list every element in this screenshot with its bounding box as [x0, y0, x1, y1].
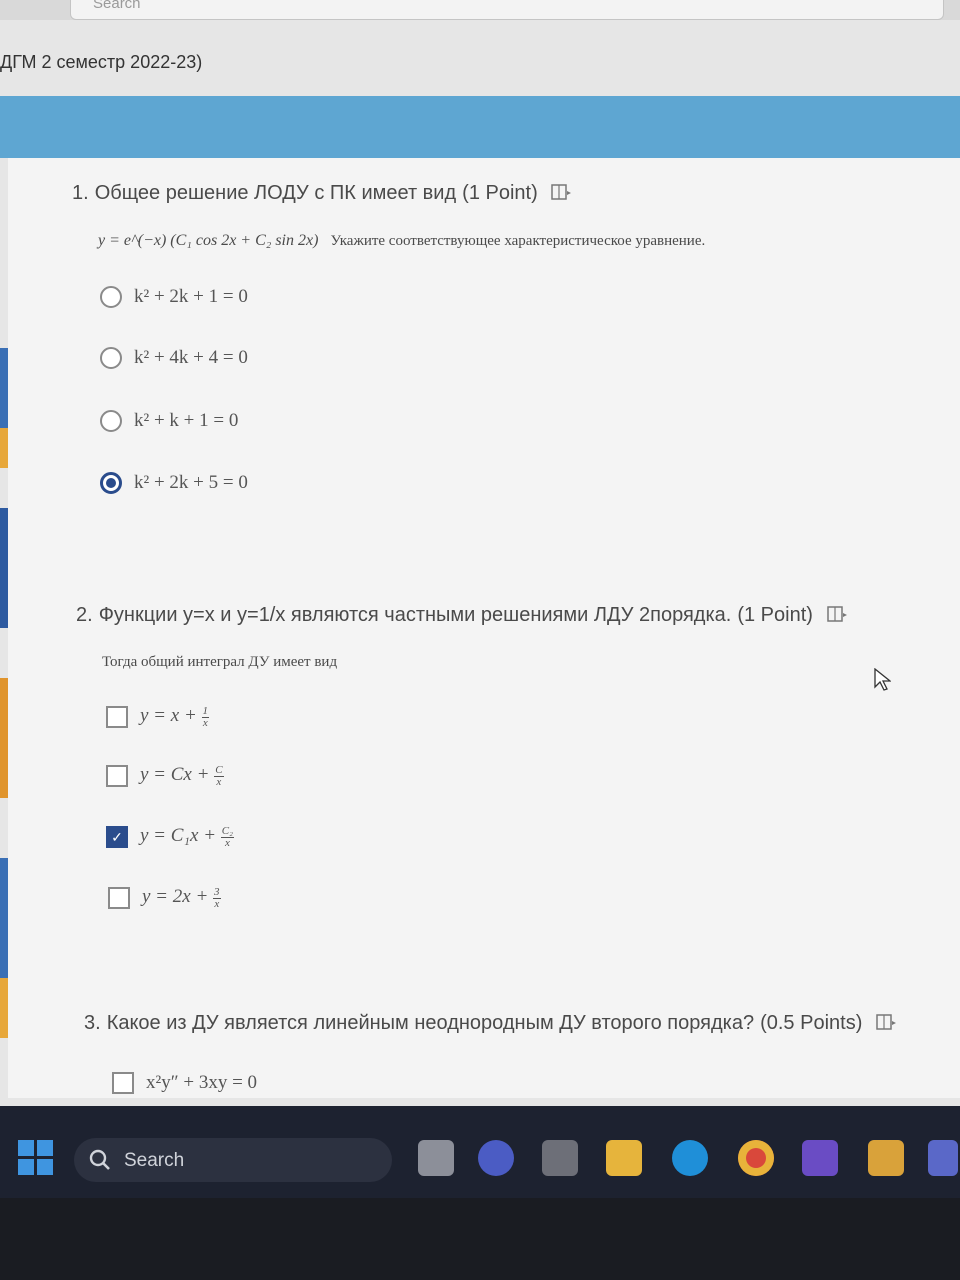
option-label: y = Cx + Cx [140, 764, 224, 787]
question-1-text: Общее решение ЛОДУ с ПК имеет вид [94, 182, 457, 204]
question-1-option-4[interactable]: k² + 2k + 5 = 0 [100, 468, 248, 498]
immersive-reader-icon[interactable] [826, 605, 849, 623]
radio-button-selected[interactable] [100, 472, 122, 494]
question-1-title: 1. Общее решение ЛОДУ с ПК имеет вид (1 Po… [72, 182, 573, 205]
windows-start-icon[interactable] [18, 1140, 54, 1176]
radio-button[interactable] [100, 286, 122, 308]
background-strip [0, 158, 8, 1088]
top-search-label: Search [93, 0, 141, 12]
radio-button[interactable] [100, 410, 122, 432]
fraction-numerator: 3 [213, 885, 221, 899]
question-3-number: 3. [84, 1012, 101, 1034]
monitor-bezel [0, 1198, 960, 1280]
fraction-denominator: x [216, 775, 222, 788]
option-expression: y = x + [140, 705, 202, 727]
edge-icon[interactable] [672, 1140, 708, 1176]
taskbar-search[interactable]: Search [74, 1138, 392, 1182]
question-2-option-1[interactable]: y = x + 1x [106, 702, 210, 732]
question-2-subtitle: Тогда общий интеграл ДУ имеет вид [102, 654, 338, 670]
question-1-option-2[interactable]: k² + 4k + 4 = 0 [100, 343, 248, 373]
fraction-denominator: x [224, 836, 230, 849]
form-title: ДГМ 2 семестр 2022-23) [0, 52, 203, 72]
fraction-numerator: C₂ [220, 824, 234, 838]
option-label: y = C₁x + C₂ x [140, 825, 234, 848]
option-label: y = 2x + 3x [142, 886, 221, 909]
mouse-cursor-icon [874, 668, 891, 691]
question-1-description: y = e^(−x) (C₁ cos 2x + C₂ sin 2x) Укажи… [98, 232, 705, 250]
fraction-denominator: x [202, 716, 208, 729]
radio-button[interactable] [100, 347, 122, 369]
option-expression: y = 2x + [142, 886, 214, 908]
question-2-number: 2. [76, 604, 93, 626]
microsoft-store-icon[interactable] [542, 1140, 578, 1176]
question-3-text: Какое из ДУ является линейным неоднородн… [106, 1012, 755, 1034]
option-label: k² + k + 1 = 0 [134, 410, 239, 431]
question-1-number: 1. [72, 182, 89, 204]
search-icon [89, 1149, 110, 1170]
option-label: x²y″ + 3xy = 0 [146, 1072, 258, 1093]
question-2-option-2[interactable]: y = Cx + Cx [106, 761, 224, 791]
visual-studio-icon[interactable] [802, 1140, 838, 1176]
question-2-title: 2. Функции y=x и y=1/x являются частными … [76, 604, 849, 627]
option-expression: y = C₁x + [140, 825, 221, 847]
checkbox[interactable] [112, 1072, 134, 1094]
question-1-option-3[interactable]: k² + k + 1 = 0 [100, 406, 238, 436]
teams-icon[interactable] [928, 1140, 958, 1176]
checkbox[interactable] [106, 765, 128, 787]
immersive-reader-icon[interactable] [876, 1013, 898, 1031]
form-banner [0, 96, 960, 158]
question-2-points: (1 Point) [737, 604, 813, 626]
fraction-denominator: x [214, 897, 220, 910]
checkbox[interactable] [106, 706, 128, 728]
file-explorer-icon[interactable] [606, 1140, 642, 1176]
option-label: k² + 2k + 5 = 0 [134, 472, 248, 493]
immersive-reader-icon[interactable] [551, 183, 573, 201]
chrome-icon[interactable] [738, 1140, 774, 1176]
question-2-text: Функции y=x и y=1/x являются частными ре… [98, 604, 732, 626]
app-icon[interactable] [868, 1140, 904, 1176]
question-1-subtitle: Укажите соответствующее характеристическ… [330, 233, 706, 249]
top-search-box[interactable]: Search [70, 0, 944, 20]
taskbar-search-label: Search [124, 1150, 185, 1171]
checkbox-checked[interactable]: ✓ [106, 826, 128, 848]
option-label: k² + 4k + 4 = 0 [134, 347, 248, 368]
question-1-formula: y = e^(−x) (C₁ cos 2x + C₂ sin 2x) [98, 232, 319, 249]
fraction-numerator: 1 [201, 704, 210, 718]
question-1-points: (1 Point) [462, 182, 538, 204]
task-view-icon[interactable] [418, 1140, 454, 1176]
question-2-option-3[interactable]: ✓ y = C₁x + C₂ x [106, 822, 234, 852]
question-3-points: (0.5 Points) [760, 1012, 863, 1034]
option-label: k² + 2k + 1 = 0 [134, 286, 248, 307]
fraction-numerator: C [214, 763, 224, 777]
question-3-title: 3. Какое из ДУ является линейным неодноро… [84, 1012, 898, 1035]
teams-meet-icon[interactable] [478, 1140, 514, 1176]
checkbox[interactable] [108, 887, 130, 909]
question-3-option-1[interactable]: x²y″ + 3xy = 0 [112, 1068, 257, 1098]
option-expression: y = Cx + [140, 764, 215, 786]
question-2-option-4[interactable]: y = 2x + 3x [108, 883, 221, 913]
option-label: y = x + 1x [140, 704, 210, 729]
question-1-option-1[interactable]: k² + 2k + 1 = 0 [100, 282, 248, 312]
